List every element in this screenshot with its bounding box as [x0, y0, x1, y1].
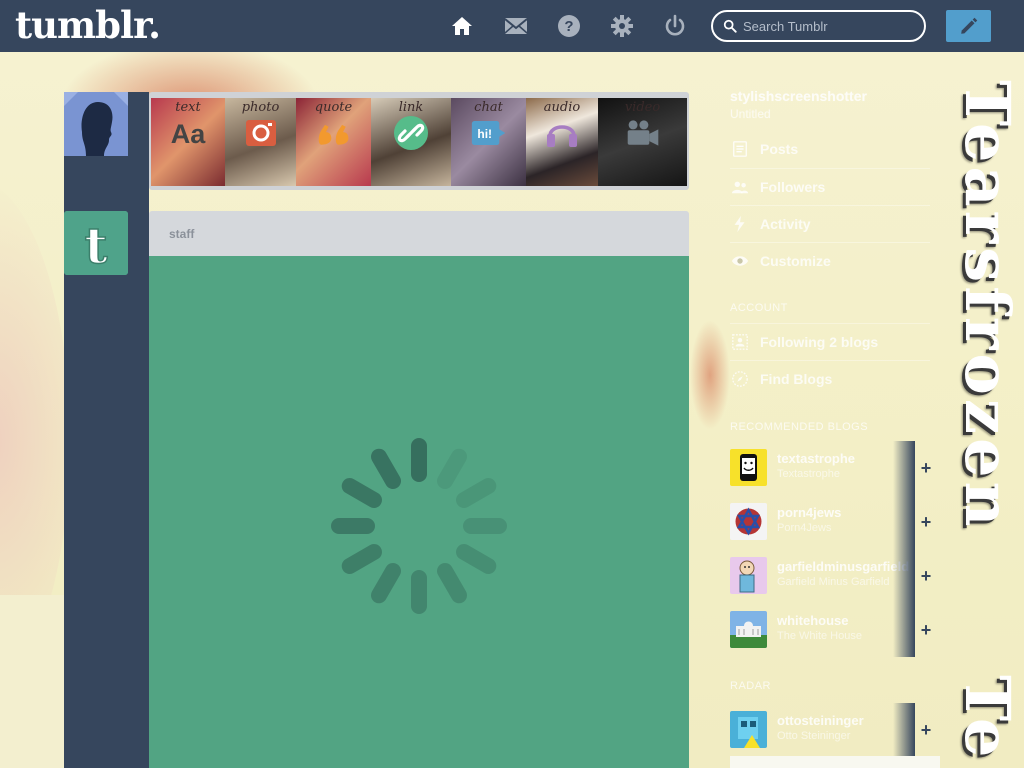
user-avatar[interactable]	[64, 92, 128, 156]
recommended-blog[interactable]: whitehouse The White House +	[730, 603, 940, 657]
posts-icon	[730, 139, 750, 159]
spinner-spoke	[437, 563, 467, 604]
sidebar-item-label: Find Blogs	[760, 370, 833, 387]
post-audio-button[interactable]: audio	[526, 98, 598, 186]
spinner-spoke	[456, 478, 497, 508]
spinner-spoke	[411, 570, 427, 614]
follow-plus-icon[interactable]: +	[917, 567, 935, 585]
sidebar-blog-subtitle: Untitled	[730, 107, 771, 121]
compass-icon	[730, 369, 750, 389]
blog-avatar	[730, 503, 767, 540]
post-header: staff	[149, 211, 689, 256]
radar-blog[interactable]: ottosteininger Otto Steininger +	[730, 703, 940, 757]
spinner-spoke	[331, 518, 375, 534]
sidebar-item-find-blogs[interactable]: Find Blogs	[730, 360, 930, 396]
gear-icon[interactable]	[609, 14, 635, 38]
sidebar-item-followers[interactable]: Followers	[730, 168, 930, 204]
svg-text:?: ?	[564, 18, 573, 35]
recommended-blog[interactable]: textastrophe Textastrophe +	[730, 441, 940, 495]
spinner-spoke	[456, 544, 497, 574]
top-navigation-bar: tumblr. ?	[0, 0, 1024, 52]
spinner-spoke	[341, 478, 382, 508]
post-author[interactable]: staff	[169, 227, 194, 241]
svg-text:t: t	[84, 216, 107, 275]
search-input[interactable]	[743, 18, 913, 34]
sidebar-item-activity[interactable]: Activity	[730, 205, 930, 241]
post-video-button[interactable]: video	[598, 98, 687, 186]
section-title-radar: Radar	[730, 680, 772, 692]
post-content	[149, 256, 689, 768]
post-chat-button[interactable]: chat hi!	[451, 98, 526, 186]
followers-icon	[730, 177, 750, 197]
watermark-text-repeat: Te	[951, 675, 1024, 762]
post-quote-button[interactable]: quote	[296, 98, 371, 186]
section-title-account: Account	[730, 302, 788, 314]
recommended-blog[interactable]: porn4jews Porn4Jews +	[730, 495, 940, 549]
sidebar-item-label: Following 2 blogs	[760, 333, 879, 350]
eye-icon	[730, 251, 750, 271]
post-link-button[interactable]: link	[371, 98, 451, 186]
section-title-recommended: Recommended Blogs	[730, 421, 869, 433]
spinner-spoke	[463, 518, 507, 534]
post-photo-button[interactable]: photo	[225, 98, 296, 186]
sidebar-item-posts[interactable]: Posts	[730, 131, 930, 167]
loading-spinner-icon	[331, 438, 507, 614]
svg-text:Aa: Aa	[171, 119, 206, 149]
staff-avatar[interactable]: t	[64, 211, 128, 275]
post-type-bar: text Aa photo quote link chat hi! audio	[149, 92, 689, 190]
blog-avatar	[730, 711, 767, 748]
spinner-spoke	[371, 448, 401, 489]
follow-plus-icon[interactable]: +	[917, 621, 935, 639]
sidebar-item-customize[interactable]: Customize	[730, 242, 930, 278]
svg-text:hi!: hi!	[477, 127, 492, 141]
text-icon: Aa	[170, 116, 206, 150]
sidebar-blog-name[interactable]: stylishscreenshotter	[730, 88, 867, 104]
blog-avatar	[730, 557, 767, 594]
sidebar-item-label: Customize	[760, 252, 831, 269]
dashboard-left-column	[64, 92, 149, 768]
home-icon[interactable]	[449, 14, 475, 38]
blog-avatar	[730, 449, 767, 486]
pencil-icon	[960, 17, 977, 34]
mail-icon[interactable]	[503, 14, 529, 38]
blog-avatar	[730, 611, 767, 648]
video-icon	[625, 116, 661, 150]
chat-icon: hi!	[471, 116, 507, 150]
quote-icon	[316, 116, 352, 150]
spinner-spoke	[371, 563, 401, 604]
radar-post-preview[interactable]	[730, 756, 940, 768]
spinner-spoke	[437, 448, 467, 489]
tumblr-logo[interactable]: tumblr.	[15, 3, 161, 47]
link-icon	[393, 116, 429, 150]
power-icon[interactable]	[662, 14, 688, 38]
spinner-spoke	[411, 438, 427, 482]
post-text-button[interactable]: text Aa	[151, 98, 225, 186]
sidebar-item-label: Posts	[760, 141, 799, 157]
sidebar-item-label: Followers	[760, 178, 826, 195]
recommended-blog[interactable]: garfieldminusgarfield Garfield Minus Gar…	[730, 549, 940, 603]
search-icon	[723, 19, 737, 33]
search-field[interactable]	[711, 10, 926, 42]
compose-button[interactable]	[946, 10, 991, 42]
spinner-spoke	[341, 544, 382, 574]
activity-icon	[730, 214, 750, 234]
sidebar-item-following[interactable]: Following 2 blogs	[730, 323, 930, 359]
watermark-text: Tearsfrozen	[951, 80, 1024, 531]
headphones-icon	[544, 116, 580, 150]
following-icon	[730, 332, 750, 352]
camera-icon	[243, 116, 279, 150]
help-icon[interactable]: ?	[556, 14, 582, 38]
sidebar-item-label: Activity	[760, 215, 811, 232]
